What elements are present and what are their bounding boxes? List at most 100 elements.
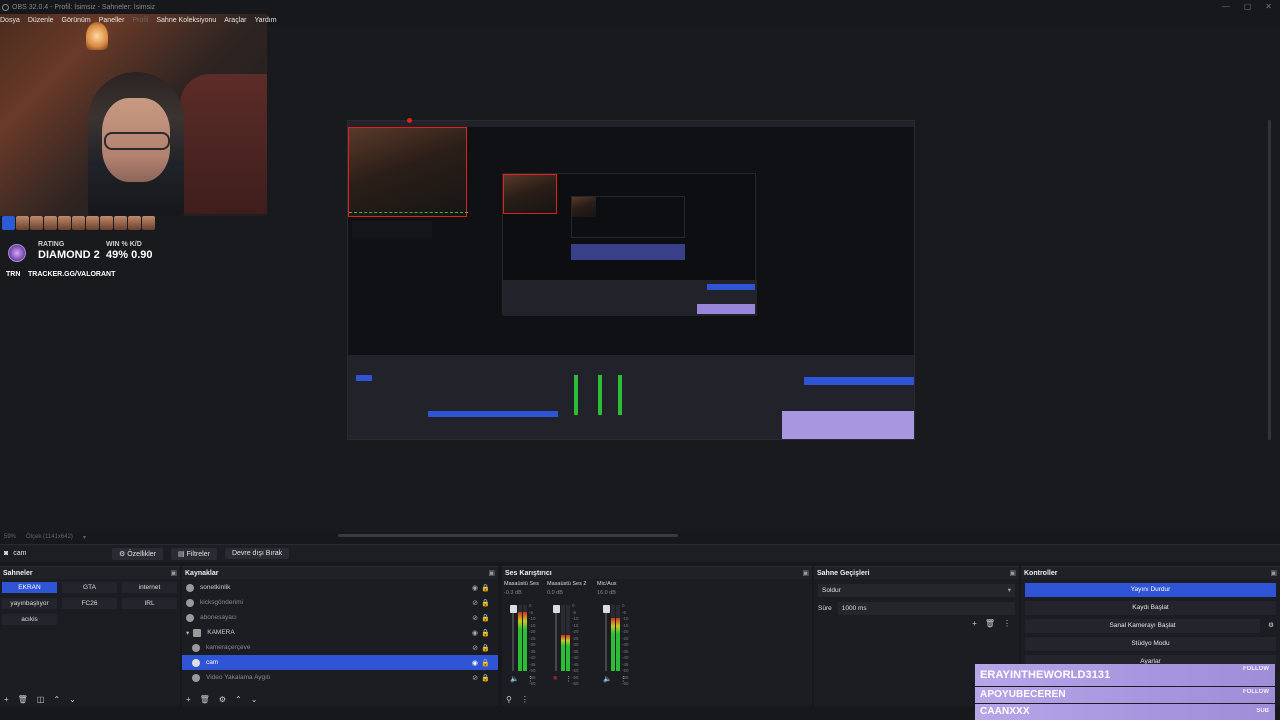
gear-icon[interactable]: ⚙	[1264, 619, 1278, 633]
eye-hidden-icon[interactable]: ⊘	[472, 614, 478, 622]
eye-hidden-icon[interactable]: ⊘	[472, 674, 478, 682]
chevron-down-icon: ▾	[1007, 587, 1011, 594]
source-item-selected[interactable]: cam ◉ 🔒	[182, 655, 498, 670]
trash-icon[interactable]: 🗑	[985, 619, 995, 628]
lock-icon[interactable]: 🔒	[481, 599, 490, 607]
source-item[interactable]: abonesayacı ⊘ 🔒	[182, 610, 498, 625]
menu-edit[interactable]: Düzenle	[28, 17, 54, 24]
eye-hidden-icon[interactable]: ⊘	[472, 599, 478, 607]
scene-yayinbasliyor[interactable]: yayınbaşlıyor	[2, 598, 57, 609]
source-item[interactable]: kameraçerçeve ⊘ 🔒	[182, 640, 498, 655]
eye-icon[interactable]: ◉	[472, 659, 478, 667]
dock-menu-icon[interactable]: ▣	[1009, 569, 1016, 577]
volume-fader[interactable]	[605, 605, 607, 671]
muted-icon[interactable]: ■	[553, 675, 557, 683]
add-icon[interactable]: +	[186, 695, 191, 704]
volume-fader-knob[interactable]	[603, 605, 610, 613]
minimize-button[interactable]: —	[1222, 2, 1230, 11]
arrow-down-icon[interactable]: ⌄	[251, 695, 258, 704]
arrow-up-icon[interactable]: ⌃	[53, 695, 60, 704]
lock-icon[interactable]: 🔒	[481, 584, 490, 592]
more-icon[interactable]: ⋮	[565, 675, 572, 683]
context-source-name: cam	[13, 550, 27, 557]
more-icon[interactable]: ⋮	[620, 675, 627, 683]
channel-name: Mic/Aux	[597, 581, 617, 587]
menu-file[interactable]: Dosya	[0, 17, 20, 24]
lock-icon[interactable]: 🔒	[481, 674, 490, 682]
source-item[interactable]: kicksgönderimi ⊘ 🔒	[182, 595, 498, 610]
rotate-handle[interactable]	[407, 118, 412, 123]
dock-menu-icon[interactable]: ▣	[802, 569, 809, 577]
stop-streaming-button[interactable]: Yayını Durdur	[1025, 583, 1276, 597]
scene-gta[interactable]: GTA	[62, 582, 117, 593]
duration-input[interactable]: 1000 ms	[837, 602, 1015, 615]
start-recording-button[interactable]: Kaydı Başlat	[1025, 601, 1276, 615]
preview-canvas[interactable]	[347, 118, 915, 440]
zoom-level[interactable]: 59%	[4, 534, 16, 540]
preview-vertical-scrollbar[interactable]	[1268, 120, 1271, 440]
transition-select[interactable]: Soldur ▾	[818, 584, 1015, 597]
menu-scene-collection[interactable]: Sahne Koleksiyonu	[156, 17, 216, 24]
scene-internet[interactable]: internet	[122, 582, 177, 593]
chevron-down-icon[interactable]: ▾	[186, 629, 189, 637]
scene-fc26[interactable]: FC26	[62, 598, 117, 609]
eye-hidden-icon[interactable]: ⊘	[472, 644, 478, 652]
arrow-down-icon[interactable]: ⌄	[69, 695, 76, 704]
more-icon[interactable]: ⋮	[1003, 619, 1011, 628]
volume-fader-knob[interactable]	[553, 605, 560, 613]
scene-irl[interactable]: IRL	[122, 598, 177, 609]
scene-ekran[interactable]: EKRAN	[2, 582, 57, 593]
add-icon[interactable]: +	[4, 695, 9, 704]
source-item[interactable]: Video Yakalama Aygıtı ⊘ 🔒	[182, 670, 498, 685]
scene-acikis[interactable]: acıkis	[2, 614, 57, 625]
lock-icon[interactable]: 🔒	[481, 659, 490, 667]
volume-fader[interactable]	[555, 605, 557, 671]
trash-icon[interactable]: 🗑	[18, 695, 28, 704]
nested-cam-selection[interactable]	[348, 118, 468, 217]
maximize-button[interactable]: ▢	[1244, 2, 1252, 11]
add-icon[interactable]: +	[972, 619, 977, 628]
menu-view[interactable]: Görünüm	[62, 17, 91, 24]
speaker-icon[interactable]: 🔈	[510, 675, 519, 683]
lock-icon[interactable]: 🔒	[481, 629, 490, 637]
controls-title: Kontroller	[1024, 569, 1058, 577]
filters-button[interactable]: ▤ Filtreler	[171, 547, 217, 560]
scale-readout[interactable]: Ölçek (1141x642)	[26, 534, 73, 540]
menu-tools[interactable]: Araçlar	[224, 17, 246, 24]
gear-icon[interactable]: ⚙	[219, 695, 226, 704]
obs-logo-icon	[2, 3, 9, 11]
more-icon[interactable]: ⋮	[527, 675, 534, 683]
volume-fader[interactable]	[512, 605, 514, 671]
arrow-up-icon[interactable]: ⌃	[235, 695, 242, 704]
menu-help[interactable]: Yardım	[254, 17, 276, 24]
link-icon[interactable]: ⚲	[506, 695, 512, 704]
studio-mode-button[interactable]: Stüdyo Modu	[1025, 637, 1276, 651]
menu-docks[interactable]: Paneller	[99, 17, 125, 24]
eye-icon[interactable]: ◉	[472, 629, 478, 637]
eye-icon[interactable]: ◉	[472, 584, 478, 592]
close-button[interactable]: ✕	[1265, 2, 1272, 11]
filter-icon[interactable]: ◫	[37, 695, 45, 704]
title-bar: OBS 32.0.4 - Profil: İsimsiz - Sahneler:…	[0, 0, 1280, 14]
nested-meter-1	[574, 375, 578, 415]
start-virtual-camera-button[interactable]: Sanal Kamerayı Başlat ⚙	[1025, 619, 1274, 633]
trash-icon[interactable]: 🗑	[200, 695, 210, 704]
deactivate-button[interactable]: Devre dışı Bırak	[224, 548, 290, 559]
more-icon[interactable]: ⋮	[521, 695, 529, 704]
channel-name: Masaüstü Ses	[504, 581, 539, 587]
lock-icon[interactable]: 🔒	[481, 614, 490, 622]
lock-icon[interactable]: 🔒	[481, 644, 490, 652]
chevron-down-icon[interactable]: ▾	[83, 534, 86, 541]
properties-button[interactable]: ⚙ Özellikler	[112, 547, 164, 560]
nested-docks	[348, 355, 914, 439]
source-item[interactable]: sonetkinlik ◉ 🔒	[182, 580, 498, 595]
win-kd-label: WIN % K/D	[106, 241, 142, 248]
source-group[interactable]: ▾ KAMERA ◉ 🔒	[182, 625, 498, 640]
volume-fader-knob[interactable]	[510, 605, 517, 613]
dock-menu-icon[interactable]: ▣	[1270, 569, 1277, 577]
dock-menu-icon[interactable]: ▣	[170, 569, 177, 577]
menu-profile[interactable]: Profil	[132, 17, 148, 24]
preview-horizontal-scrollbar[interactable]	[338, 534, 678, 537]
dock-menu-icon[interactable]: ▣	[488, 569, 495, 577]
speaker-icon[interactable]: 🔈	[603, 675, 612, 683]
